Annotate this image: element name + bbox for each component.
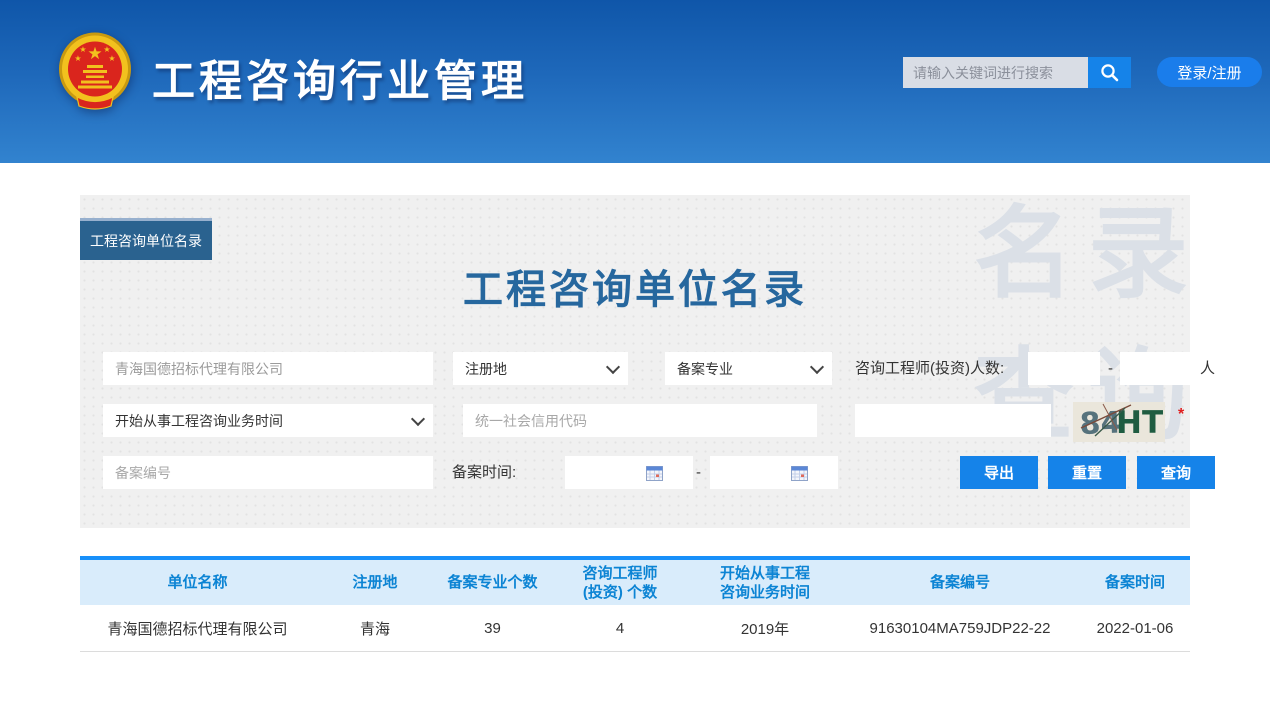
export-button[interactable]: 导出 (960, 456, 1038, 489)
login-register-button[interactable]: 登录/注册 (1157, 57, 1262, 87)
col-header-record-no: 备案编号 (840, 558, 1080, 605)
cell-record-time: 2022-01-06 (1080, 605, 1190, 652)
col-header-specialty-count: 备案专业个数 (435, 558, 550, 605)
svg-text:★: ★ (108, 54, 115, 63)
table-row: 青海国德招标代理有限公司 青海 39 4 2019年 91630104MA759… (80, 605, 1190, 652)
site-title: 工程咨询行业管理 (152, 47, 528, 109)
query-button[interactable]: 查询 (1137, 456, 1215, 489)
chevron-down-icon (606, 359, 620, 373)
search-input[interactable] (903, 57, 1088, 88)
start-time-select[interactable]: 开始从事工程咨询业务时间 (103, 404, 433, 437)
page: ★ ★ ★ ★ ★ 工程咨询行业管理 登录/注册 名录 查 (0, 0, 1270, 725)
range-separator: - (696, 456, 701, 489)
tab-unit-directory[interactable]: 工程咨询单位名录 (80, 218, 212, 260)
national-emblem-logo: ★ ★ ★ ★ ★ (57, 32, 133, 110)
svg-text:★: ★ (87, 44, 102, 64)
specialty-select[interactable]: 备案专业 (665, 352, 832, 385)
col-header-engineer-count: 咨询工程师(投资) 个数 (550, 558, 690, 605)
reset-button[interactable]: 重置 (1048, 456, 1126, 489)
captcha-image[interactable]: 84 HT (1073, 402, 1165, 442)
person-unit-label: 人 (1200, 352, 1215, 385)
svg-text:★: ★ (103, 45, 110, 54)
cell-record-no: 91630104MA759JDP22-22 (840, 605, 1080, 652)
page-title: 工程咨询单位名录 (80, 257, 1190, 315)
engineer-count-min-input[interactable] (1028, 352, 1100, 385)
region-select[interactable]: 注册地 (453, 352, 628, 385)
credit-code-input[interactable] (463, 404, 817, 437)
start-time-select-value: 开始从事工程咨询业务时间 (115, 411, 283, 431)
col-header-start-time: 开始从事工程咨询业务时间 (690, 558, 840, 605)
record-time-start-input[interactable] (565, 456, 693, 489)
cell-unit-name: 青海国德招标代理有限公司 (80, 605, 315, 652)
cell-specialty-count: 39 (435, 605, 550, 652)
query-panel: 名录 查询 工程咨询单位名录 工程咨询单位名录 注册地 备案专业 咨询工程师(投… (80, 195, 1190, 528)
search-button[interactable] (1088, 57, 1131, 88)
region-select-value: 注册地 (465, 359, 507, 379)
engineer-count-max-input[interactable] (1120, 352, 1193, 385)
calendar-icon (646, 465, 663, 481)
required-asterisk: * (1178, 406, 1184, 424)
cell-start-time: 2019年 (690, 605, 840, 652)
record-time-end-input[interactable] (710, 456, 838, 489)
record-number-input[interactable] (103, 456, 433, 489)
range-separator: - (1108, 352, 1113, 385)
specialty-select-value: 备案专业 (677, 359, 733, 379)
col-header-region: 注册地 (315, 558, 435, 605)
svg-text:★: ★ (74, 54, 81, 63)
cell-region: 青海 (315, 605, 435, 652)
chevron-down-icon (810, 359, 824, 373)
chevron-down-icon (411, 411, 425, 425)
captcha-input[interactable] (855, 404, 1051, 437)
search-icon (1099, 62, 1120, 83)
col-header-unit-name: 单位名称 (80, 558, 315, 605)
results-table: 单位名称 注册地 备案专业个数 咨询工程师(投资) 个数 开始从事工程咨询业务时… (80, 556, 1190, 652)
engineer-count-label: 咨询工程师(投资)人数: (855, 352, 1004, 385)
table-header-row: 单位名称 注册地 备案专业个数 咨询工程师(投资) 个数 开始从事工程咨询业务时… (80, 558, 1190, 605)
cell-engineer-count: 4 (550, 605, 690, 652)
svg-text:★: ★ (79, 45, 86, 54)
col-header-record-time: 备案时间 (1080, 558, 1190, 605)
site-header: ★ ★ ★ ★ ★ 工程咨询行业管理 登录/注册 (0, 0, 1270, 163)
calendar-icon (791, 465, 808, 481)
record-time-label: 备案时间: (452, 456, 516, 489)
company-name-input[interactable] (103, 352, 433, 385)
